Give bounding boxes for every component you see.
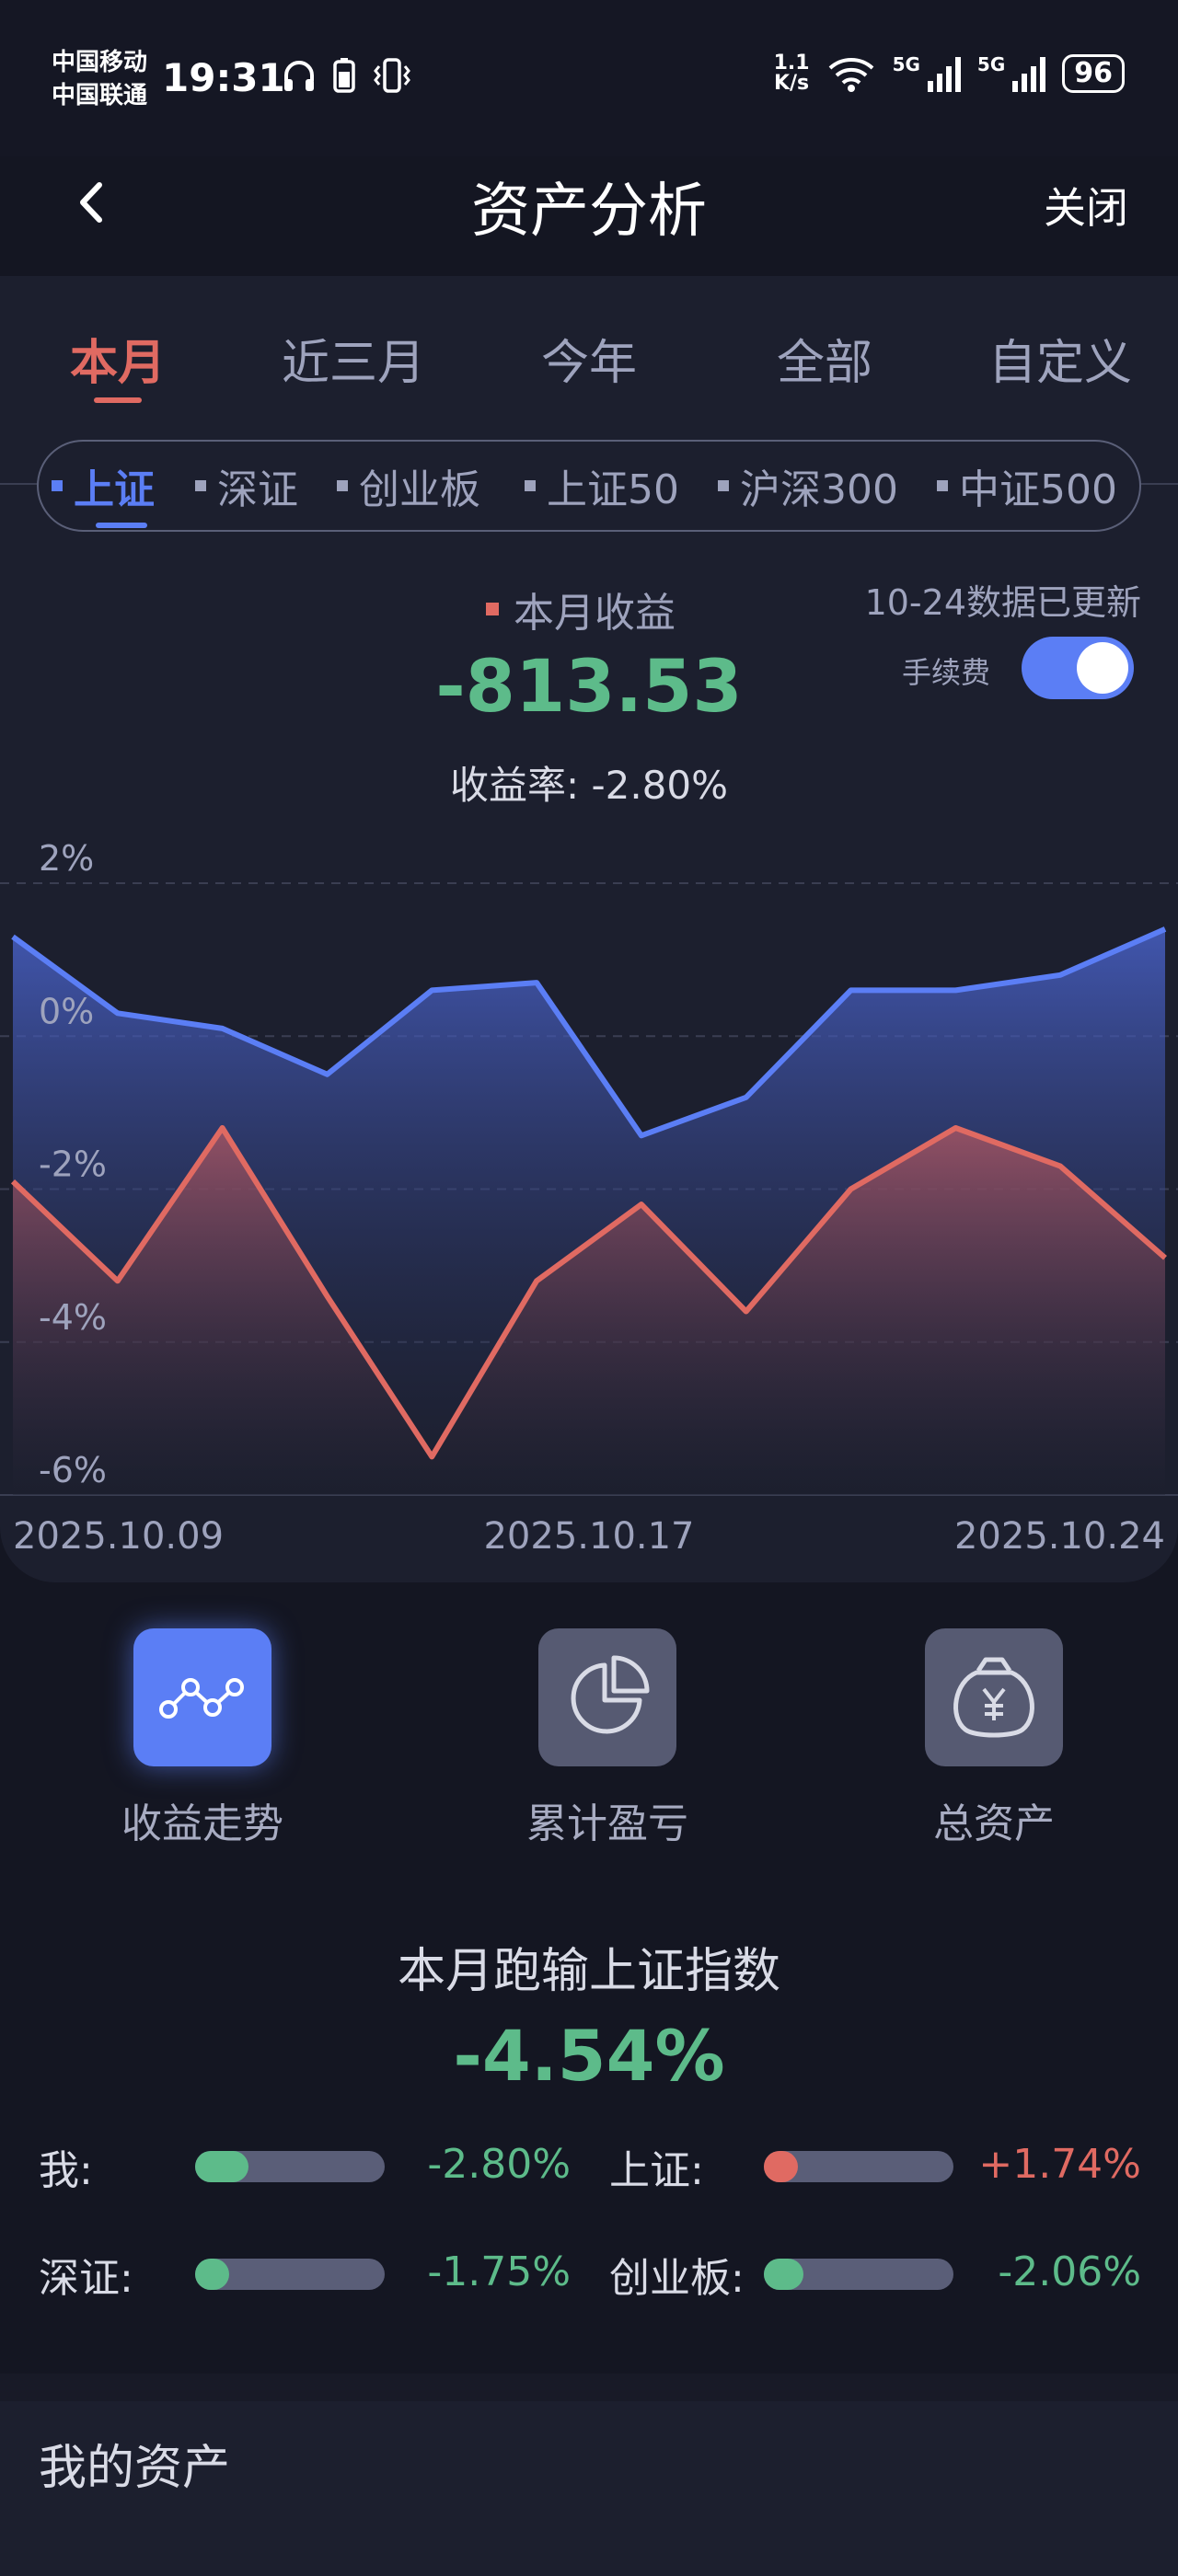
compare-value-text: -2.80% — [427, 2141, 571, 2188]
tool-return-trend[interactable]: 收益走势 — [101, 1628, 304, 1849]
summary-dot — [486, 603, 499, 615]
compare-bar-fill — [764, 2151, 799, 2182]
index-tab-cyb[interactable]: 创业板 — [337, 456, 480, 515]
index-tab-sz[interactable]: 深证 — [195, 456, 298, 515]
index-tab-label: 中证500 — [959, 466, 1117, 513]
compare-bar — [195, 2151, 385, 2182]
close-button[interactable]: 关闭 — [1044, 175, 1128, 236]
vibrate-icon — [374, 58, 410, 93]
index-dot — [52, 480, 63, 491]
tab-custom[interactable]: 自定义 — [968, 324, 1152, 393]
index-tab-label: 上证 — [74, 466, 155, 513]
network-type-2: 5G — [976, 53, 1006, 75]
signal-bars-2-icon — [1012, 55, 1046, 92]
status-right: 1.1 K/s 5G 5G 96 — [774, 53, 1125, 94]
net-speed-unit: K/s — [773, 72, 810, 95]
index-dot — [525, 480, 536, 491]
status-bar: 中国移动 中国联通 19:31 1.1 K/s 5G 5G 96 — [0, 0, 1178, 156]
return-trend-chart: 2% 0% -2% -4% -6% 2025.10.09 2025.10.17 2025.10… — [0, 838, 1178, 1558]
wifi-icon — [828, 58, 873, 92]
compare-bar-fill — [764, 2259, 804, 2290]
index-tab-label: 深证 — [217, 466, 298, 513]
compare-name: 上证: — [609, 2147, 704, 2194]
tab-this-month[interactable]: 本月 — [26, 324, 210, 393]
index-tab-label: 上证50 — [547, 466, 679, 513]
compare-title: 本月跑输上证指数 — [397, 1944, 780, 1999]
index-tab-zz500[interactable]: 中证500 — [937, 456, 1117, 515]
compare-value: -4.54% — [453, 2015, 725, 2097]
x-tick-label: 2025.10.24 — [954, 1515, 1165, 1558]
clock: 19:31 — [162, 55, 285, 100]
index-tab-label: 沪深300 — [740, 466, 898, 513]
y-tick-label: -6% — [39, 1450, 107, 1490]
y-tick-label: 0% — [39, 991, 94, 1031]
compare-bar — [195, 2259, 385, 2290]
index-dot — [195, 480, 206, 491]
compare-bar-fill — [195, 2151, 248, 2182]
index-tab-indicator — [96, 523, 147, 528]
index-dot — [337, 480, 348, 491]
compare-name: 我: — [39, 2147, 93, 2194]
compare-bar — [764, 2259, 953, 2290]
chart-areas — [13, 928, 1165, 1495]
index-tab-sz50[interactable]: 上证50 — [525, 456, 679, 515]
section-divider — [0, 2374, 1178, 2401]
compare-bar-fill — [195, 2259, 230, 2290]
net-speed: 1.1 K/s — [774, 53, 810, 94]
index-tabs: 上证 深证 创业板 上证50 沪深300 中证500 — [37, 440, 1141, 532]
index-tab-hs300[interactable]: 沪深300 — [718, 456, 898, 515]
compare-row-name: 上证: — [609, 2139, 704, 2194]
compare-row-name: 深证: — [39, 2247, 133, 2302]
trend-chart-icon — [133, 1628, 271, 1766]
status-icons — [281, 57, 413, 94]
device-battery-icon — [333, 58, 355, 93]
tool-total-assets[interactable]: 总资产 — [893, 1628, 1095, 1849]
tab-three-months[interactable]: 近三月 — [261, 324, 445, 393]
compare-value-text: -2.06% — [998, 2248, 1141, 2295]
signal-bars-1-icon — [927, 55, 961, 92]
compare-value-text: +1.74% — [978, 2141, 1141, 2188]
carrier-1: 中国移动 — [52, 49, 148, 76]
index-tab-sh[interactable]: 上证 — [52, 456, 155, 515]
y-tick-label: -4% — [39, 1297, 107, 1338]
index-dot — [718, 480, 729, 491]
period-tab-indicator — [94, 397, 142, 403]
tool-label: 收益走势 — [121, 1800, 283, 1847]
money-bag-icon — [925, 1628, 1063, 1766]
x-tick-label: 2025.10.09 — [13, 1515, 224, 1558]
y-tick-label: 2% — [39, 838, 94, 879]
index-tab-label: 创业板 — [359, 466, 480, 513]
compare-bar — [764, 2151, 953, 2182]
network-type-1: 5G — [892, 53, 920, 75]
my-assets-title: 我的资产 — [39, 2441, 231, 2496]
summary-label-text: 本月收益 — [514, 590, 676, 637]
tool-label: 累计盈亏 — [526, 1800, 688, 1847]
return-rate: 收益率: -2.80% — [449, 763, 729, 808]
y-tick-label: -2% — [39, 1144, 107, 1185]
tool-cumulative-pnl[interactable]: 累计盈亏 — [506, 1628, 709, 1849]
carrier-info: 中国移动 中国联通 — [52, 46, 147, 112]
tab-this-year[interactable]: 今年 — [497, 324, 681, 393]
x-tick-label: 2025.10.17 — [483, 1515, 694, 1558]
compare-row-name: 创业板: — [609, 2247, 745, 2302]
net-speed-value: 1.1 — [773, 52, 810, 75]
summary-label: 本月收益 — [486, 580, 676, 638]
tab-all[interactable]: 全部 — [733, 324, 917, 393]
index-dot — [937, 480, 948, 491]
pie-chart-icon — [538, 1628, 676, 1766]
headphones-icon — [284, 61, 314, 91]
page-title: 资产分析 — [471, 178, 707, 246]
profit-value: -813.53 — [435, 646, 743, 729]
carrier-2: 中国联通 — [52, 82, 148, 109]
compare-value-text: -1.75% — [427, 2248, 571, 2295]
period-tabs: 本月 近三月 今年 全部 自定义 — [0, 324, 1178, 397]
compare-name: 深证: — [39, 2255, 133, 2302]
battery-level: 96 — [1062, 54, 1125, 93]
compare-row-name: 我: — [39, 2139, 93, 2194]
compare-name: 创业板: — [609, 2255, 745, 2302]
update-status: 10-24数据已更新 — [864, 582, 1141, 623]
tool-label: 总资产 — [933, 1800, 1055, 1847]
